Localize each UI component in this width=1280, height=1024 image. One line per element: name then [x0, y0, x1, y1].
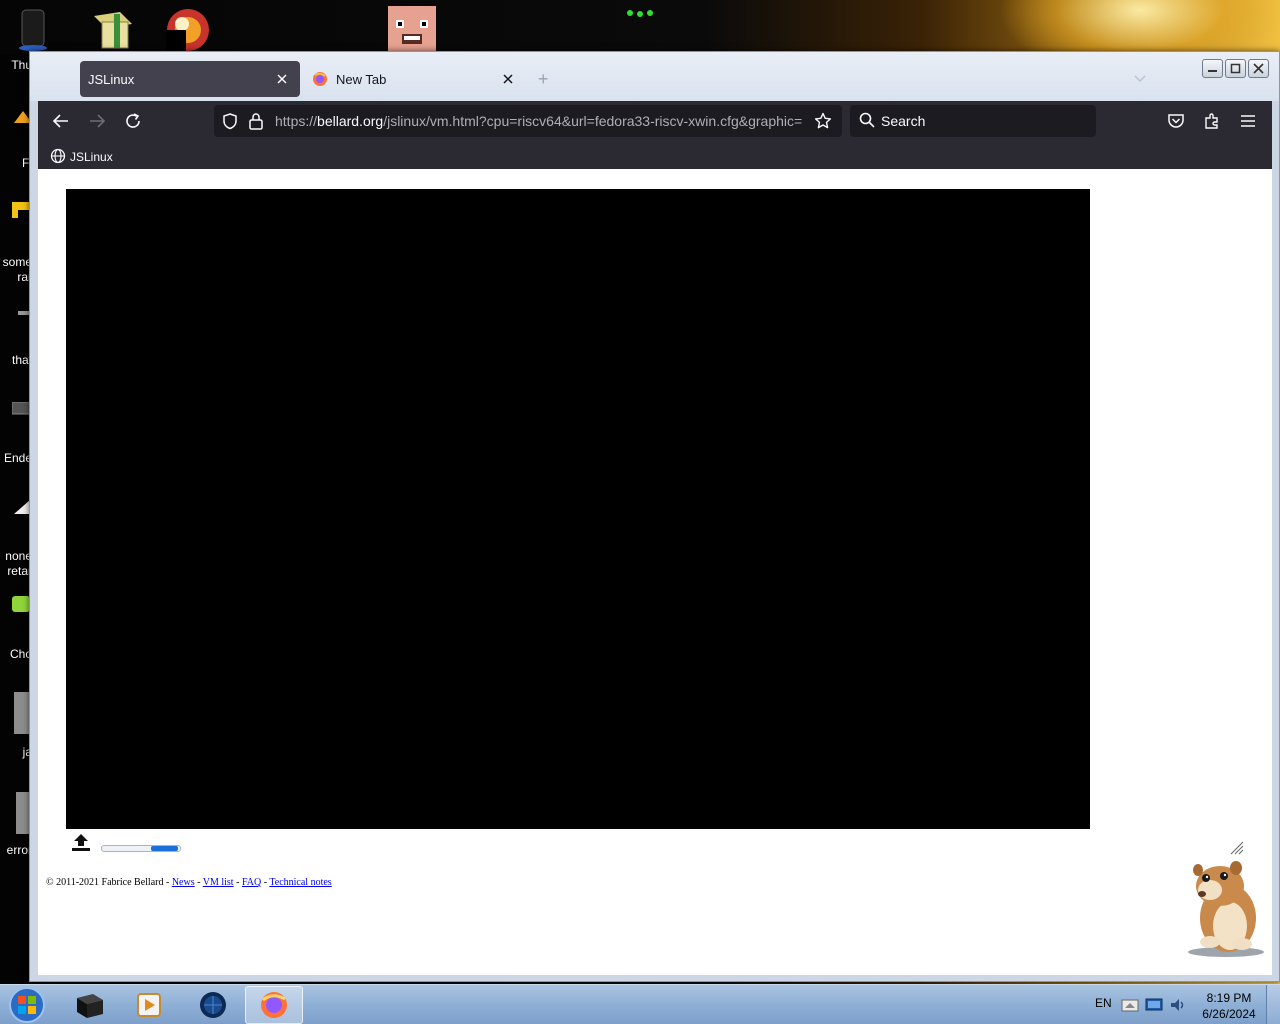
forward-button[interactable] [83, 107, 111, 135]
bookmark-jslinux[interactable]: JSLinux [50, 146, 113, 168]
desktop-label: Cho [9, 647, 32, 661]
tab-new-tab[interactable]: New Tab [304, 61, 526, 97]
tab-title: JSLinux [88, 71, 135, 87]
start-button[interactable] [7, 986, 47, 1024]
tab-title: New Tab [336, 71, 387, 87]
desktop-icon-folder-stack[interactable] [92, 10, 136, 50]
desktop-label: that [11, 353, 32, 367]
desktop-icon-pixel-face[interactable] [388, 6, 436, 52]
hamster-mascot-image [1176, 856, 1268, 963]
vm-list-link[interactable]: VM list [203, 877, 234, 888]
desktop-icon-gray-tower-2[interactable] [16, 792, 30, 834]
menu-button[interactable] [1234, 107, 1262, 135]
url-scheme: https:// [275, 113, 318, 129]
tray-icon-network[interactable] [1121, 996, 1139, 1019]
browser-window: JSLinux New Tab + https://bellard.org/js… [29, 51, 1280, 982]
chevron-down-icon[interactable] [1134, 70, 1146, 88]
shield-icon[interactable] [221, 112, 239, 135]
pocket-button[interactable] [1162, 107, 1190, 135]
close-window-button[interactable] [1248, 59, 1269, 78]
loading-progress-bar [101, 845, 181, 852]
close-icon[interactable] [274, 71, 290, 87]
taskbar-app-terminal[interactable] [60, 986, 118, 1024]
star-icon[interactable] [814, 112, 832, 135]
desktop-label: none [5, 549, 32, 563]
news-link[interactable]: News [172, 877, 195, 888]
desktop-icon-gray-small[interactable] [14, 306, 30, 318]
desktop-label: Fi [22, 156, 32, 170]
progress-fill [151, 846, 178, 851]
clock-date: 6/26/2024 [1202, 1007, 1256, 1021]
back-button[interactable] [47, 107, 75, 135]
page-content: © 2011-2021 Fabrice Bellard - News - VM … [38, 169, 1272, 975]
page-footer: © 2011-2021 Fabrice Bellard - News - VM … [46, 877, 332, 888]
language-indicator[interactable]: EN [1095, 996, 1112, 1010]
footer-separator: - [194, 877, 203, 888]
desktop-label: Ende [3, 451, 32, 465]
green-light-icon [624, 6, 656, 18]
upload-icon[interactable] [70, 833, 92, 858]
search-bar[interactable]: Search [850, 105, 1096, 137]
lock-icon[interactable] [248, 112, 264, 135]
navigation-toolbar: https://bellard.org/jslinux/vm.html?cpu=… [38, 101, 1272, 169]
maximize-button[interactable] [1225, 59, 1246, 78]
desktop-icon-black-cylinder[interactable] [18, 8, 52, 52]
search-input[interactable]: Search [881, 113, 925, 129]
desktop-icon-gray-tower[interactable] [14, 692, 30, 734]
taskbar-app-media-player[interactable] [120, 986, 178, 1024]
firefox-icon [312, 71, 328, 87]
search-icon [859, 112, 875, 133]
taskbar: EN 8:19 PM 6/26/2024 [0, 984, 1280, 1024]
vm-terminal-screen[interactable] [66, 189, 1090, 829]
tab-jslinux[interactable]: JSLinux [80, 61, 300, 97]
taskbar-app-firefox[interactable] [245, 986, 303, 1024]
new-tab-plus-icon[interactable]: + [538, 69, 549, 90]
clock-time: 8:19 PM [1206, 991, 1252, 1005]
window-title-bar[interactable]: JSLinux New Tab + [30, 52, 1279, 101]
minimize-button[interactable] [1202, 59, 1223, 78]
taskbar-app-globe[interactable] [184, 986, 242, 1024]
desktop-label: retar [7, 564, 32, 578]
bookmark-label: JSLinux [70, 150, 113, 164]
desktop-icon-yellow[interactable] [12, 202, 30, 218]
faq-link[interactable]: FAQ [242, 877, 261, 888]
desktop-icon-gray-box[interactable] [11, 401, 31, 416]
system-clock[interactable]: 8:19 PM 6/26/2024 [1194, 990, 1264, 1022]
desktop-icon-white-shape[interactable] [12, 500, 30, 514]
tray-icon-volume[interactable] [1169, 996, 1187, 1019]
url-path: /jslinux/vm.html?cpu=riscv64&url=fedora3… [383, 113, 803, 129]
desktop-icon-green[interactable] [12, 596, 30, 612]
url-host: bellard.org [317, 113, 384, 129]
technical-notes-link[interactable]: Technical notes [269, 877, 331, 888]
reload-button[interactable] [119, 107, 147, 135]
desktop-label: error [6, 843, 32, 857]
globe-icon [50, 148, 66, 167]
show-desktop-button[interactable] [1266, 985, 1280, 1024]
desktop-label: some [2, 255, 32, 269]
desktop-label: ja [22, 745, 32, 759]
footer-separator: - [233, 877, 242, 888]
close-icon[interactable] [500, 71, 516, 87]
extensions-button[interactable] [1198, 107, 1226, 135]
copyright-text: © 2011-2021 Fabrice Bellard - [46, 877, 172, 888]
desktop-label: Thu [11, 58, 32, 72]
url-bar[interactable]: https://bellard.org/jslinux/vm.html?cpu=… [214, 105, 842, 137]
tray-icon-display[interactable] [1145, 996, 1163, 1019]
desktop-icon-red-swirl[interactable] [164, 6, 212, 52]
url-text[interactable]: https://bellard.org/jslinux/vm.html?cpu=… [275, 113, 805, 131]
desktop-label: rar [17, 270, 32, 284]
